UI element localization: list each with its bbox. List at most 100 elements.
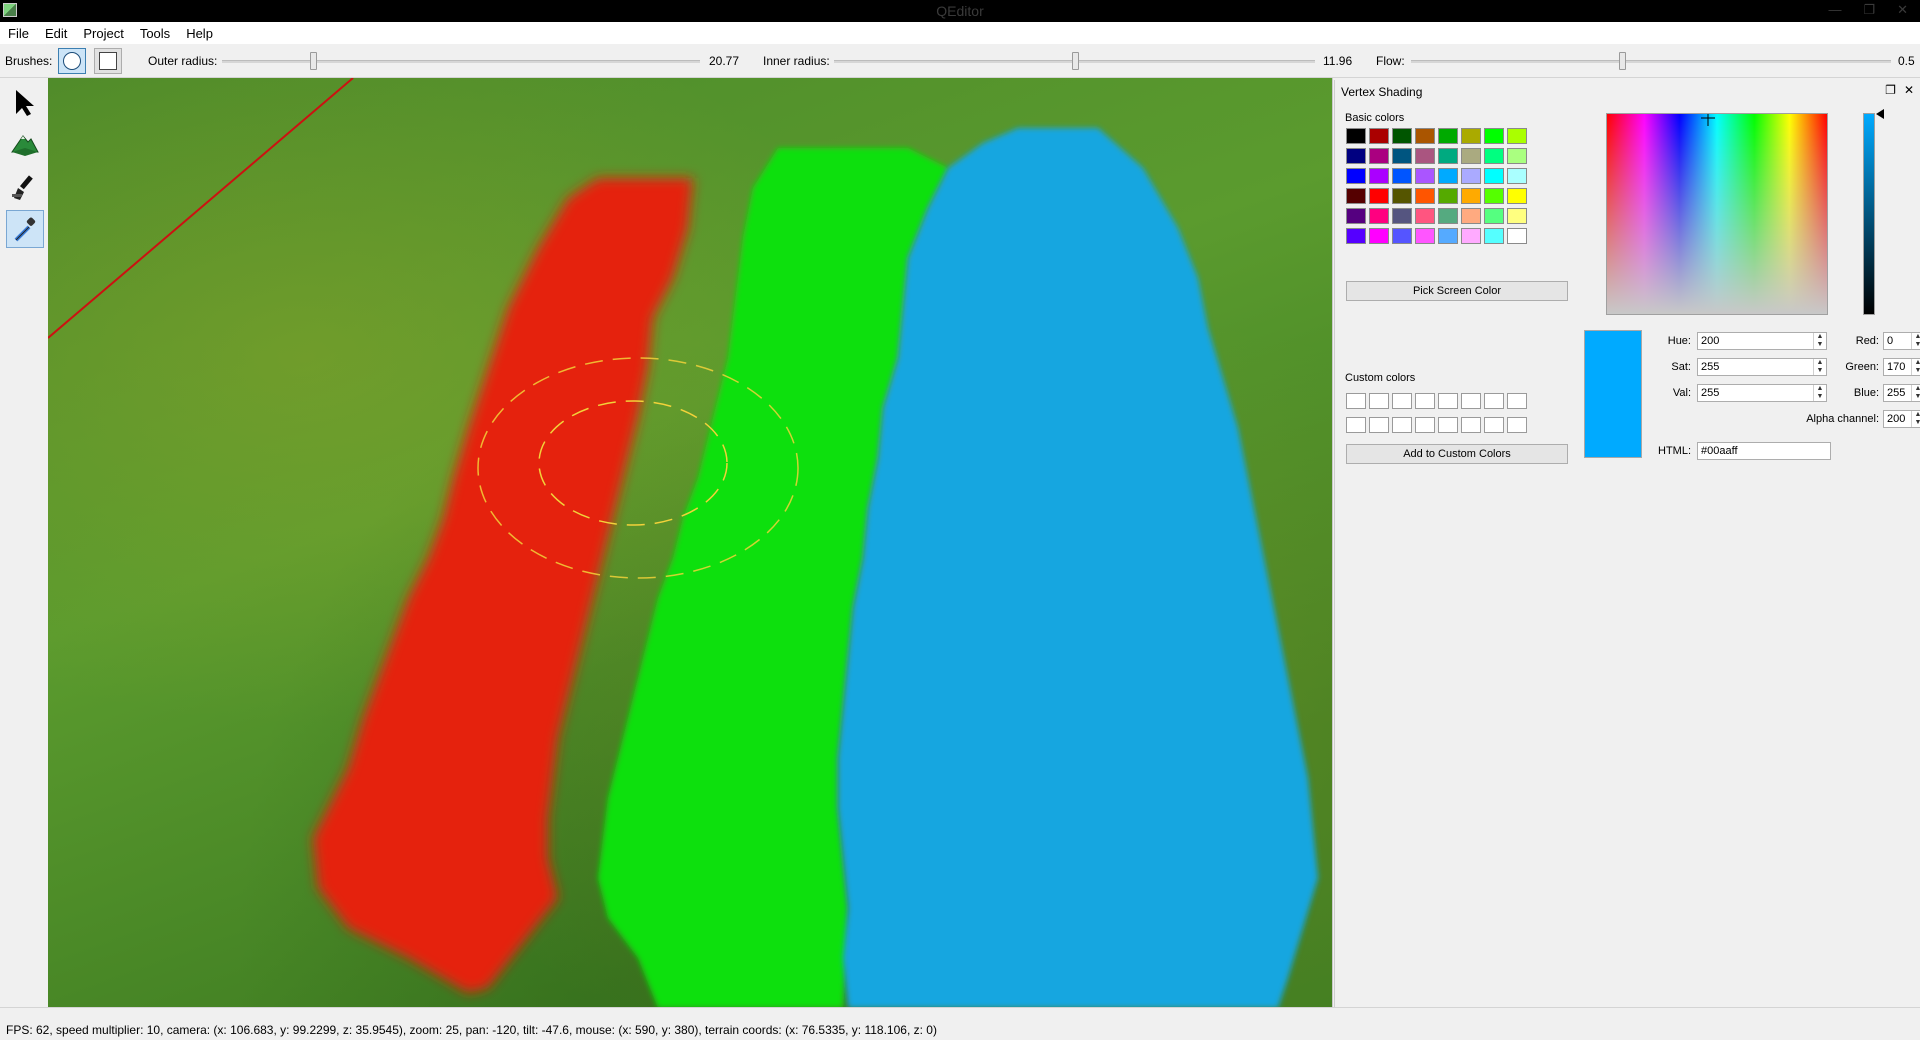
custom-color-swatch[interactable] xyxy=(1507,393,1527,409)
basic-color-swatch[interactable] xyxy=(1346,188,1366,204)
red-spinbox[interactable]: 0 ▲ ▼ xyxy=(1883,332,1920,350)
alpha-spinbox[interactable]: 200 ▲ ▼ xyxy=(1883,410,1920,428)
inner-radius-slider-handle[interactable] xyxy=(1071,52,1079,70)
value-bar-pointer-icon[interactable] xyxy=(1876,109,1884,119)
custom-color-swatch[interactable] xyxy=(1438,417,1458,433)
basic-color-swatch[interactable] xyxy=(1461,168,1481,184)
menu-help[interactable]: Help xyxy=(178,26,221,41)
basic-color-swatch[interactable] xyxy=(1484,228,1504,244)
inner-radius-slider[interactable] xyxy=(834,52,1315,70)
spin-arrows-icon[interactable]: ▲ ▼ xyxy=(1911,411,1920,427)
dock-float-icon[interactable]: ❐ xyxy=(1885,83,1896,97)
custom-color-swatch[interactable] xyxy=(1346,393,1366,409)
custom-color-swatch[interactable] xyxy=(1369,393,1389,409)
basic-color-swatch[interactable] xyxy=(1438,228,1458,244)
basic-color-swatch[interactable] xyxy=(1507,128,1527,144)
basic-color-swatch[interactable] xyxy=(1461,128,1481,144)
basic-color-swatch[interactable] xyxy=(1346,208,1366,224)
custom-color-swatch[interactable] xyxy=(1461,393,1481,409)
minimize-button[interactable]: — xyxy=(1828,2,1841,18)
basic-color-swatch[interactable] xyxy=(1392,208,1412,224)
basic-color-swatch[interactable] xyxy=(1484,128,1504,144)
basic-color-swatch[interactable] xyxy=(1415,128,1435,144)
basic-color-swatch[interactable] xyxy=(1392,188,1412,204)
basic-color-swatch[interactable] xyxy=(1369,208,1389,224)
basic-color-swatch[interactable] xyxy=(1438,208,1458,224)
menu-tools[interactable]: Tools xyxy=(132,26,178,41)
basic-color-swatch[interactable] xyxy=(1369,228,1389,244)
basic-color-swatch[interactable] xyxy=(1415,208,1435,224)
basic-color-swatch[interactable] xyxy=(1346,128,1366,144)
basic-color-swatch[interactable] xyxy=(1346,148,1366,164)
value-bar[interactable] xyxy=(1863,113,1875,315)
terrain-scene[interactable] xyxy=(48,78,1333,1007)
spin-arrows-icon[interactable]: ▲ ▼ xyxy=(1911,333,1920,349)
basic-color-swatch[interactable] xyxy=(1346,228,1366,244)
basic-color-swatch[interactable] xyxy=(1369,148,1389,164)
custom-color-swatch[interactable] xyxy=(1438,393,1458,409)
basic-color-swatch[interactable] xyxy=(1461,148,1481,164)
basic-color-swatch[interactable] xyxy=(1484,208,1504,224)
hue-spinbox[interactable]: 200 ▲ ▼ xyxy=(1697,332,1827,350)
custom-color-swatch[interactable] xyxy=(1369,417,1389,433)
basic-color-swatch[interactable] xyxy=(1392,228,1412,244)
custom-color-swatch[interactable] xyxy=(1346,417,1366,433)
vertex-shading-tool-button[interactable] xyxy=(6,210,44,248)
restore-button[interactable]: ❐ xyxy=(1863,2,1875,18)
close-button[interactable]: ✕ xyxy=(1897,2,1908,18)
custom-color-swatch[interactable] xyxy=(1392,417,1412,433)
add-to-custom-colors-button[interactable]: Add to Custom Colors xyxy=(1346,444,1568,464)
basic-color-swatch[interactable] xyxy=(1461,188,1481,204)
hue-saturation-spectrum[interactable] xyxy=(1606,113,1828,315)
html-color-field[interactable]: #00aaff xyxy=(1697,442,1831,460)
basic-color-swatch[interactable] xyxy=(1507,188,1527,204)
custom-color-swatch[interactable] xyxy=(1484,417,1504,433)
basic-color-swatch[interactable] xyxy=(1484,188,1504,204)
custom-color-swatch[interactable] xyxy=(1415,417,1435,433)
custom-color-swatch[interactable] xyxy=(1507,417,1527,433)
basic-color-swatch[interactable] xyxy=(1461,208,1481,224)
basic-color-swatch[interactable] xyxy=(1415,168,1435,184)
outer-radius-slider[interactable] xyxy=(222,52,700,70)
pick-screen-color-button[interactable]: Pick Screen Color xyxy=(1346,281,1568,301)
texture-paint-tool-button[interactable] xyxy=(6,168,44,206)
basic-color-swatch[interactable] xyxy=(1415,228,1435,244)
val-spinbox[interactable]: 255 ▲ ▼ xyxy=(1697,384,1827,402)
basic-color-swatch[interactable] xyxy=(1484,148,1504,164)
spin-arrows-icon[interactable]: ▲ ▼ xyxy=(1813,359,1826,375)
green-spinbox[interactable]: 170 ▲ ▼ xyxy=(1883,358,1920,376)
circle-brush-button[interactable] xyxy=(58,48,86,74)
menu-edit[interactable]: Edit xyxy=(37,26,75,41)
sat-spinbox[interactable]: 255 ▲ ▼ xyxy=(1697,358,1827,376)
square-brush-button[interactable] xyxy=(94,48,122,74)
basic-color-swatch[interactable] xyxy=(1438,188,1458,204)
spin-arrows-icon[interactable]: ▲ ▼ xyxy=(1813,333,1826,349)
basic-color-swatch[interactable] xyxy=(1438,128,1458,144)
basic-color-swatch[interactable] xyxy=(1438,168,1458,184)
basic-color-swatch[interactable] xyxy=(1415,148,1435,164)
basic-color-swatch[interactable] xyxy=(1369,168,1389,184)
basic-color-swatch[interactable] xyxy=(1369,128,1389,144)
basic-color-swatch[interactable] xyxy=(1438,148,1458,164)
flow-slider[interactable] xyxy=(1411,52,1891,70)
custom-color-swatch[interactable] xyxy=(1484,393,1504,409)
basic-color-swatch[interactable] xyxy=(1392,128,1412,144)
basic-color-swatch[interactable] xyxy=(1461,228,1481,244)
spin-arrows-icon[interactable]: ▲ ▼ xyxy=(1813,385,1826,401)
basic-color-swatch[interactable] xyxy=(1415,188,1435,204)
menu-file[interactable]: File xyxy=(0,26,37,41)
terrain-tool-button[interactable] xyxy=(6,126,44,164)
basic-color-swatch[interactable] xyxy=(1369,188,1389,204)
basic-color-swatch[interactable] xyxy=(1507,228,1527,244)
blue-spinbox[interactable]: 255 ▲ ▼ xyxy=(1883,384,1920,402)
spin-arrows-icon[interactable]: ▲ ▼ xyxy=(1911,385,1920,401)
basic-color-swatch[interactable] xyxy=(1507,208,1527,224)
basic-color-swatch[interactable] xyxy=(1392,168,1412,184)
basic-color-swatch[interactable] xyxy=(1392,148,1412,164)
menu-project[interactable]: Project xyxy=(75,26,131,41)
basic-color-swatch[interactable] xyxy=(1346,168,1366,184)
dock-close-icon[interactable]: ✕ xyxy=(1904,83,1914,97)
basic-color-swatch[interactable] xyxy=(1484,168,1504,184)
flow-slider-handle[interactable] xyxy=(1619,52,1627,70)
spin-arrows-icon[interactable]: ▲ ▼ xyxy=(1911,359,1920,375)
